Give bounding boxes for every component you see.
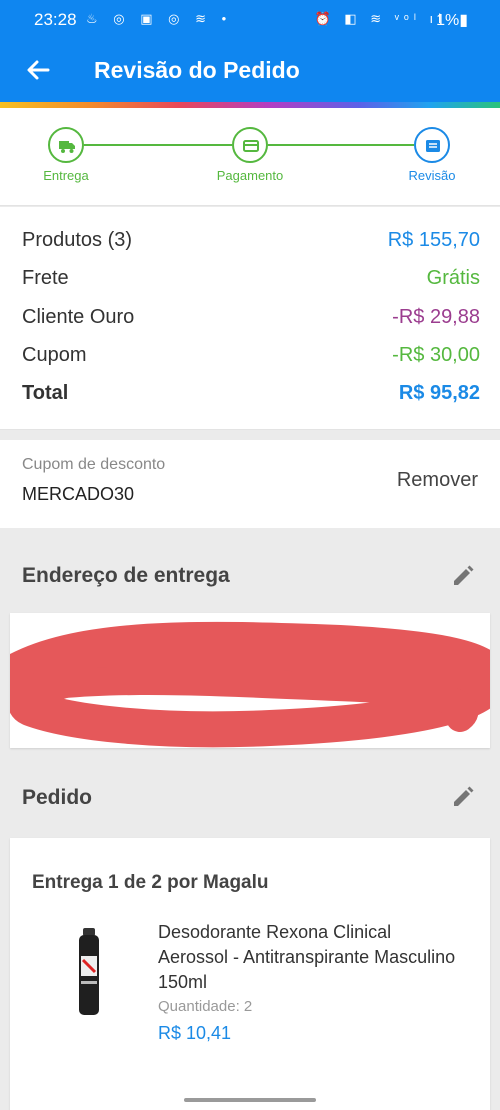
edit-address-pencil-icon[interactable] xyxy=(450,563,476,589)
step-payment[interactable] xyxy=(232,127,268,163)
summary-products-row: Produtos (3) R$ 155,70 xyxy=(22,229,480,257)
quantity-value: 2 xyxy=(243,998,253,1015)
summary-shipping-row: Frete Grátis xyxy=(22,267,480,295)
checkout-stepper: Entrega Pagamento Revisão xyxy=(0,108,500,206)
product-name[interactable]: Desodorante Rexona Clinical Aerossol - A… xyxy=(158,920,458,995)
shipping-label: Frete xyxy=(22,267,69,289)
coupon-section: Cupom de desconto MERCADO30 Remover xyxy=(0,440,500,528)
page-title: Revisão do Pedido xyxy=(94,57,300,83)
step-label-payment: Pagamento xyxy=(216,168,284,183)
products-value: R$ 155,70 xyxy=(387,229,480,251)
truck-icon xyxy=(59,141,75,153)
summary-total-row: Total R$ 95,82 xyxy=(22,382,480,410)
product-price: R$ 10,41 xyxy=(158,1023,232,1043)
summary-coupon-row: Cupom -R$ 30,00 xyxy=(22,344,480,372)
edit-order-pencil-icon[interactable] xyxy=(450,784,476,810)
notification-icons: ♨ ◎ ▣ ◎ ≋ • xyxy=(86,11,233,26)
card-icon xyxy=(243,140,259,152)
coupon-code: MERCADO30 xyxy=(22,484,135,504)
total-label: Total xyxy=(22,382,69,404)
address-card[interactable] xyxy=(10,613,490,748)
shipment-title: Entrega 1 de 2 por Magalu xyxy=(32,872,269,893)
products-label: Produtos (3) xyxy=(22,229,133,251)
step-label-delivery: Entrega xyxy=(43,168,89,183)
quantity-label: Quantidade: xyxy=(158,998,240,1015)
product-quantity: Quantidade: 2 xyxy=(158,998,252,1015)
gold-discount-value: -R$ 29,88 xyxy=(392,306,480,328)
address-section-title: Endereço de entrega xyxy=(22,564,230,587)
gold-discount-label: Cliente Ouro xyxy=(22,306,135,328)
step-connector xyxy=(84,144,232,146)
redacted-address-scribble xyxy=(10,621,490,748)
order-summary: Produtos (3) R$ 155,70 Frete Grátis Clie… xyxy=(0,207,500,430)
order-card: Entrega 1 de 2 por Magalu Desodorante Re… xyxy=(10,838,490,1110)
step-connector xyxy=(268,144,414,146)
step-review[interactable] xyxy=(414,127,450,163)
order-section-title: Pedido xyxy=(22,786,93,809)
gesture-home-bar[interactable] xyxy=(184,1098,316,1102)
app-header: 23:28 ♨ ◎ ▣ ◎ ≋ • ⏰ ◧ ≋ ᵛᵒˡ ıl 1%▮ Revis… xyxy=(0,0,500,102)
remove-coupon-button[interactable]: Remover xyxy=(397,469,478,492)
summary-gold-row: Cliente Ouro -R$ 29,88 xyxy=(22,306,480,334)
total-value: R$ 95,82 xyxy=(398,382,480,404)
back-arrow-icon[interactable] xyxy=(22,54,54,86)
list-icon xyxy=(426,140,440,152)
coupon-discount-value: -R$ 30,00 xyxy=(392,344,480,366)
step-delivery[interactable] xyxy=(48,127,84,163)
status-time: 23:28 xyxy=(34,10,77,29)
coupon-caption: Cupom de desconto xyxy=(22,456,166,473)
status-bar: 23:28 ♨ ◎ ▣ ◎ ≋ • ⏰ ◧ ≋ ᵛᵒˡ ıl 1%▮ xyxy=(0,0,500,40)
coupon-discount-label: Cupom xyxy=(22,344,87,366)
shipping-value: Grátis xyxy=(426,267,480,289)
step-label-review: Revisão xyxy=(408,168,456,183)
system-icons: ⏰ ◧ ≋ ᵛᵒˡ ıl xyxy=(314,11,446,26)
battery-indicator: 1%▮ xyxy=(436,12,468,29)
product-image[interactable] xyxy=(72,926,106,1018)
